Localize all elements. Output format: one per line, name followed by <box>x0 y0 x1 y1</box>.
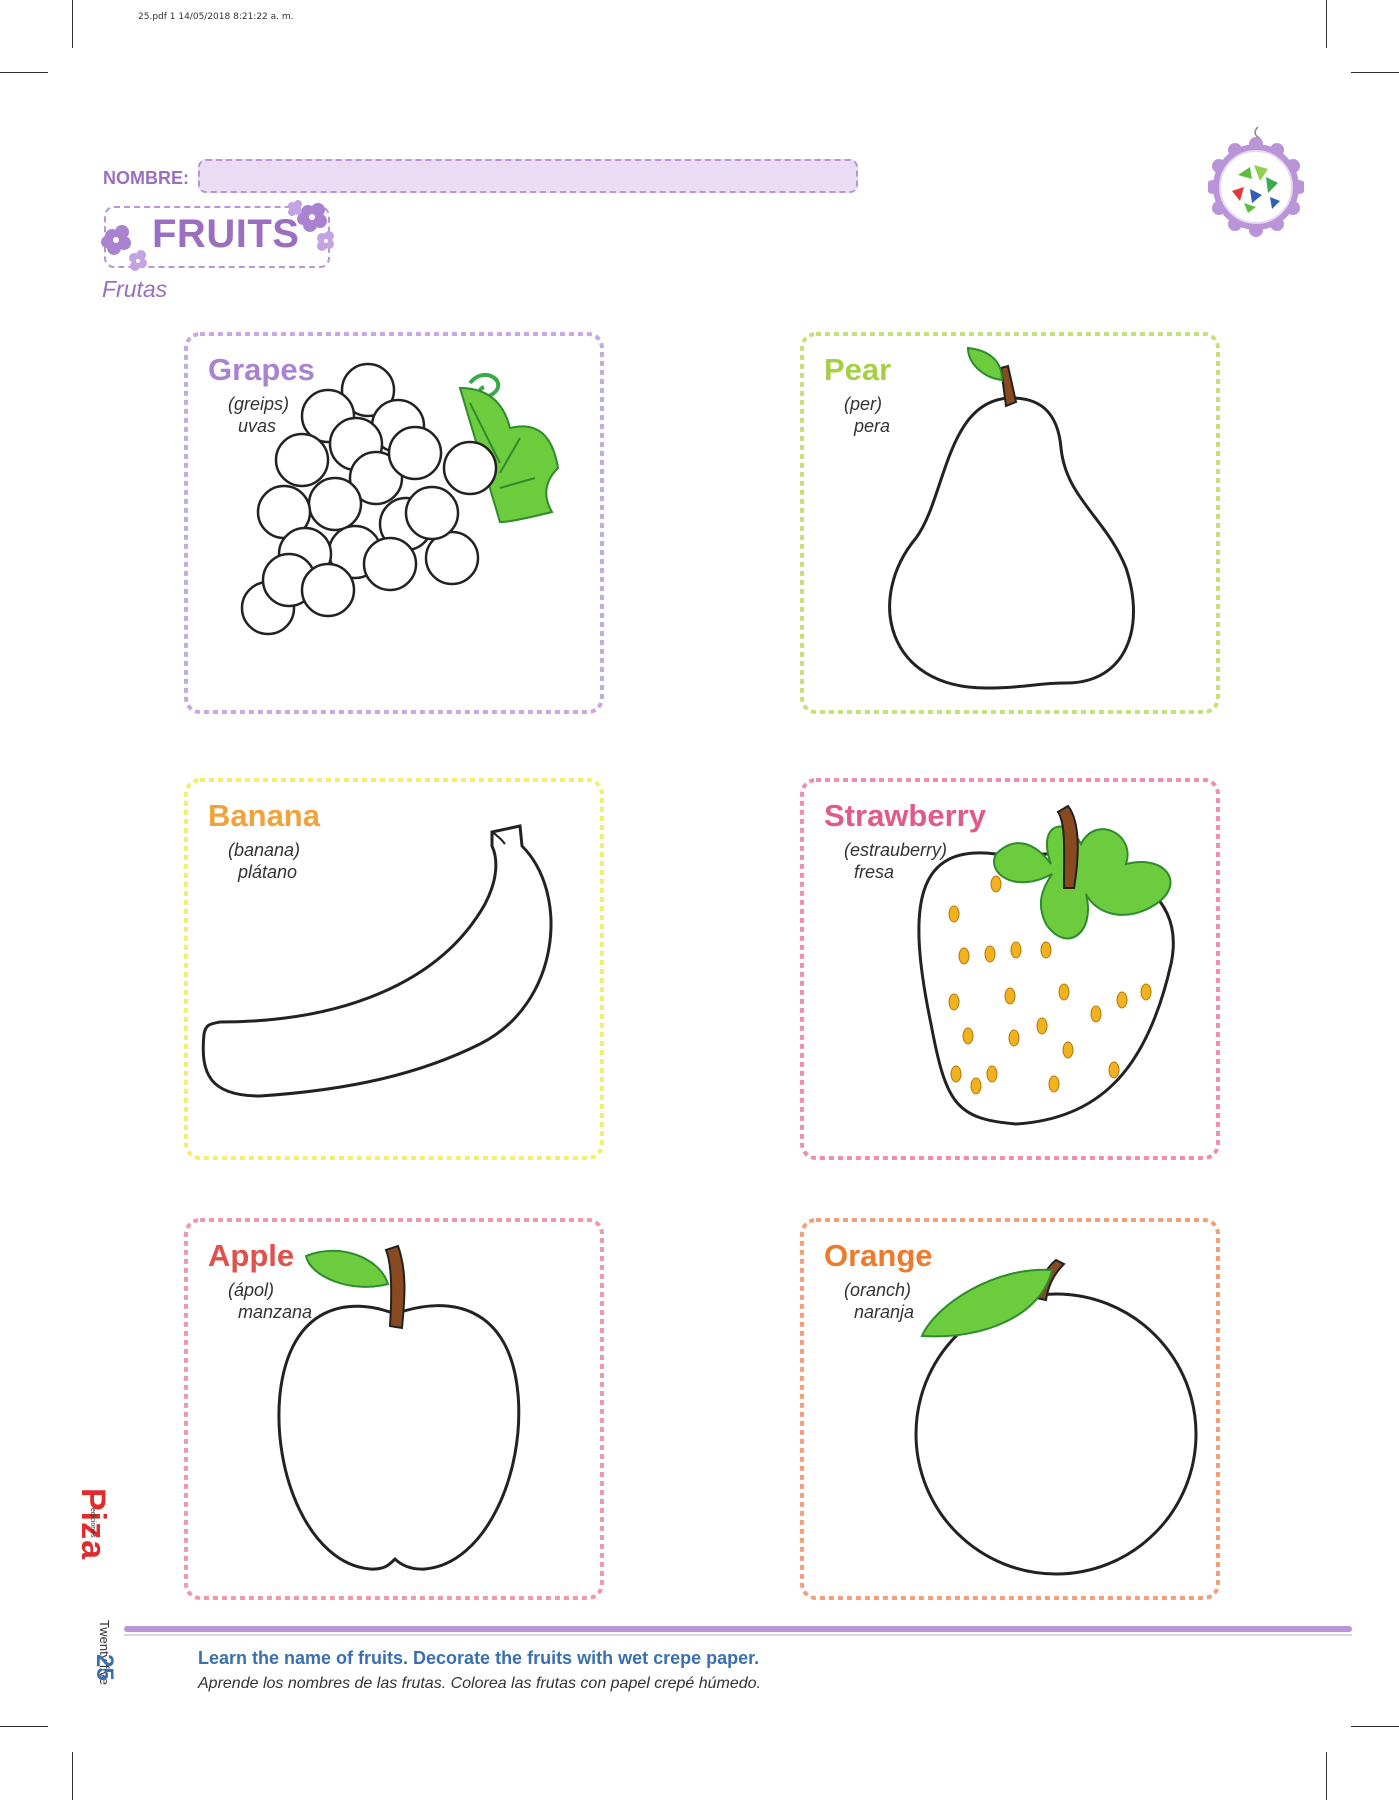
name-field[interactable] <box>198 159 858 193</box>
instruction-spanish: Aprende los nombres de las frutas. Color… <box>198 1675 761 1692</box>
fruit-name: Orange <box>824 1238 933 1273</box>
fruit-pronunciation: (banana) <box>228 840 301 860</box>
fruit-pronunciation: (ápol) <box>228 1280 275 1300</box>
page-subtitle: Frutas <box>102 276 168 302</box>
badge-icon <box>1208 126 1304 237</box>
footer-divider <box>124 1626 1352 1632</box>
fruit-name: Pear <box>824 352 892 387</box>
fruit-card-strawberry: Strawberry (estrauberry) fresa <box>796 774 1224 1164</box>
crop-mark <box>72 0 73 48</box>
fruit-pronunciation: (per) <box>844 394 883 414</box>
fruit-name: Apple <box>208 1238 295 1273</box>
print-info: 25.pdf 1 14/05/2018 8:21:22 a. m. <box>138 12 294 22</box>
instruction-english: Learn the name of fruits. Decorate the f… <box>198 1648 760 1668</box>
page-title: FRUITS <box>152 212 300 256</box>
fruit-card-banana: Banana (banana) plátano <box>180 774 608 1164</box>
fruit-card-grapes: Grapes (greips) uvas <box>180 328 608 718</box>
footer-divider <box>124 1634 1352 1636</box>
fruit-card-orange: Orange (oranch) naranja <box>796 1214 1224 1604</box>
fruit-name: Banana <box>208 798 320 833</box>
fruit-card-apple: Apple (ápol) manzana <box>180 1214 608 1604</box>
fruit-pronunciation: (greips) <box>228 394 290 414</box>
crop-mark <box>0 1726 48 1727</box>
fruit-card-pear: Pear (per) pera <box>796 328 1224 718</box>
fruit-translation: uvas <box>238 416 277 436</box>
crop-mark <box>1351 72 1399 73</box>
fruit-translation: plátano <box>238 862 298 882</box>
crop-mark <box>1326 1752 1327 1800</box>
fruit-translation: pera <box>854 416 891 436</box>
name-label: NOMBRE: <box>103 168 189 188</box>
fruit-pronunciation: (oranch) <box>844 1280 912 1300</box>
crop-mark <box>0 72 48 73</box>
fruit-translation: fresa <box>854 862 895 882</box>
fruit-name: Grapes <box>208 352 315 387</box>
fruit-pronunciation: (estrauberry) <box>844 840 948 860</box>
page-number: 25 <box>91 1654 118 1681</box>
fruit-translation: manzana <box>238 1302 313 1322</box>
crop-mark <box>1326 0 1327 48</box>
brand-subtitle: ediciones <box>89 1508 96 1538</box>
fruit-name: Strawberry <box>824 798 986 833</box>
crop-mark <box>1351 1726 1399 1727</box>
flower-icon <box>101 225 147 271</box>
crop-mark <box>72 1752 73 1800</box>
fruit-translation: naranja <box>854 1302 915 1322</box>
